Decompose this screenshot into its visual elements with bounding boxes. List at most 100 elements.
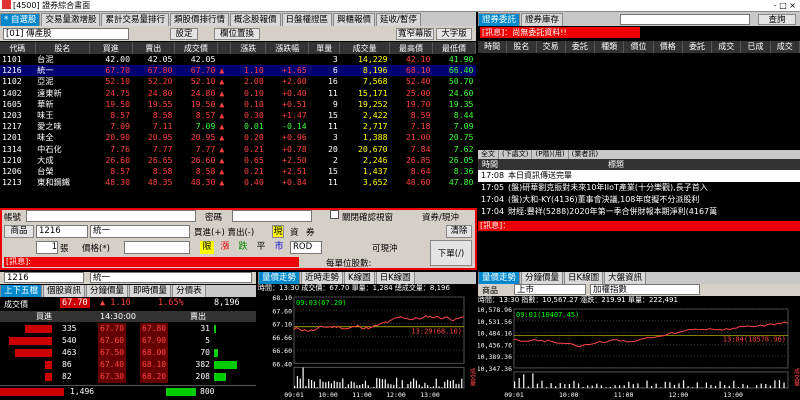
market-select[interactable]: 上市 (514, 284, 586, 295)
ask-price[interactable]: 68.20 (140, 371, 169, 383)
col-low[interactable]: 最低價 (432, 42, 476, 54)
tab-price-table[interactable]: 分價表 (172, 285, 206, 297)
wide-narrow-button[interactable]: 寬窄幕版 (396, 28, 434, 40)
bid-price[interactable]: 67.30 (98, 371, 127, 383)
ask-price[interactable]: 68.10 (140, 359, 169, 371)
index-select[interactable]: 加權指數 (590, 284, 700, 295)
settings-button[interactable]: 設定 (170, 28, 198, 40)
place-order-button[interactable]: 下單(/) (430, 240, 472, 266)
price-type-limit-up[interactable]: 漲 (218, 241, 232, 254)
order-col-header[interactable]: 委託 (566, 41, 596, 53)
tab-index-trend[interactable]: 量價走勢 (478, 272, 521, 284)
quote-row[interactable]: 1102 亞泥 52.10 52.20 52.10 ▲ 2.00 +2.00 16 7,568 52… (0, 76, 476, 87)
news-tab-lower[interactable]: (下處文) (499, 150, 533, 159)
price-type-market[interactable]: 市 (272, 241, 286, 254)
column-swap-button[interactable]: 欄位置換 (214, 28, 260, 40)
news-tab-full[interactable]: 全文 (478, 150, 499, 159)
tab-minute-volume[interactable]: 分鐘價量 (86, 285, 129, 297)
order-col-header[interactable]: 時間 (478, 41, 508, 53)
tab-watchlist[interactable]: * 自選股 (0, 13, 41, 26)
window-controls[interactable]: - □ × (774, 1, 796, 11)
bid-price[interactable]: 67.50 (98, 347, 127, 359)
tab-price-volume[interactable]: 量價走勢 (258, 272, 301, 284)
bid-price[interactable]: 67.60 (98, 335, 127, 347)
quote-row[interactable]: 1210 大成 26.60 26.65 26.60 ▲ 0.65 +2.50 2 2,246 26.… (0, 155, 476, 166)
stock-selector-code[interactable]: 1216 (4, 272, 84, 283)
news-tab-business[interactable]: (業者訊) (569, 150, 601, 159)
quote-row[interactable]: 1402 遠東新 24.75 24.80 24.80 ▲ 0.10 +0.40 11 15,171… (0, 88, 476, 99)
col-bid[interactable]: 買進 (89, 42, 133, 54)
price-type-limit[interactable]: 限 (200, 241, 214, 254)
tab-index-daily-kline[interactable]: 日K線圖 (564, 272, 604, 284)
col-change-pct[interactable]: 漲跌幅 (265, 42, 310, 54)
quote-row[interactable]: 1201 味全 20.90 20.95 20.95 ▲ 0.20 +0.96 3 1,388 21.… (0, 132, 476, 143)
news-tab-p[interactable]: (P階)(用) (532, 150, 569, 159)
news-item[interactable]: 17:04 (盤)大和-KY(4136)董事會決議,108年度擬不分派股利 (478, 194, 800, 206)
tab-emerging[interactable]: 興櫃報價 (333, 13, 376, 26)
order-col-header[interactable]: 交易 (537, 41, 566, 53)
tab-kline[interactable]: K線圖 (344, 272, 375, 284)
tab-cumulative-volume[interactable]: 累計交易量排行 (101, 13, 169, 26)
tab-recent-trend[interactable]: 近時走勢 (301, 272, 344, 284)
order-col-header[interactable]: 價格 (654, 41, 683, 53)
tab-sector-ranking[interactable]: 類股價排行情 (169, 13, 229, 26)
price-type-limit-down[interactable]: 跌 (236, 241, 250, 254)
bid-price[interactable]: 67.70 (98, 323, 127, 335)
order-col-header[interactable]: 成交 (771, 41, 800, 53)
quote-row[interactable]: 1217 愛之味 7.09 7.11 7.09 ▲ 0.01 -0.14 11 2,717 7.18… (0, 121, 476, 132)
tab-orders[interactable]: 證券委託 (478, 13, 521, 26)
col-volume[interactable]: 成交量 (339, 42, 391, 54)
news-item[interactable]: 17:08 本日資訊傳送完畢 (478, 170, 800, 182)
quote-row[interactable]: 1605 華新 19.50 19.55 19.50 ▲ 0.10 +0.51 9 19,252 19… (0, 99, 476, 110)
tab-concept-stocks[interactable]: 概念股報價 (230, 13, 281, 26)
day-trade-label[interactable]: 資券/現沖 (422, 211, 459, 223)
col-high[interactable]: 最高價 (389, 42, 433, 54)
tab-volume-surge[interactable]: 交易量激增股 (41, 13, 101, 26)
order-col-header[interactable]: 成交 (712, 41, 742, 53)
ask-price[interactable]: 68.00 (140, 347, 169, 359)
tab-market-info[interactable]: 大盤資訊 (604, 272, 647, 284)
col-code[interactable]: 代碼 (0, 42, 36, 54)
clear-button[interactable]: 清除 (446, 225, 472, 238)
col-last[interactable]: 成交價 (174, 42, 218, 54)
margin-option[interactable]: 資 (290, 226, 299, 238)
order-query-select[interactable] (620, 14, 750, 25)
quote-row[interactable]: 1206 台榮 8.57 8.58 8.58 ▲ 0.21 +2.51 15 1,437 8.64 8… (0, 166, 476, 177)
quantity-input[interactable]: 1 (36, 241, 58, 254)
index-chart[interactable]: 10,578.96 10,531.56 10,484.16 10,436.76 10,3… (478, 305, 800, 400)
price-input[interactable] (124, 241, 190, 254)
quote-row[interactable]: 1101 台泥 42.00 42.05 42.05 3 14,229 42.10 41.90 (0, 54, 476, 65)
price-type-flat[interactable]: 平 (254, 241, 268, 254)
order-col-header[interactable]: 價位 (624, 41, 654, 53)
bid-price[interactable]: 67.40 (98, 359, 127, 371)
tab-five-levels[interactable]: 上下五檔 (0, 285, 43, 297)
ask-price[interactable]: 67.90 (140, 335, 169, 347)
cash-option[interactable]: 現 (272, 225, 284, 238)
group-select[interactable]: [01] 傳產股 (3, 28, 129, 40)
news-item[interactable]: 17:04 財經:豐祥(5288)2020年第一季合併財報本期淨利(4167萬 (478, 206, 800, 218)
quote-row[interactable]: 1213 東和鋼鐵 48.30 48.35 48.30 ▲ 0.40 +0.84 11 3,652… (0, 177, 476, 188)
order-col-header[interactable]: 股名 (507, 41, 537, 53)
order-col-header[interactable]: 種類 (595, 41, 625, 53)
quote-row[interactable]: 1216 統一 67.70 67.80 67.70 ▲ 1.10 +1.65 6 8,196 68.… (0, 65, 476, 77)
order-col-header[interactable]: 已成 (741, 41, 771, 53)
col-change[interactable]: 漲跌 (230, 42, 267, 54)
large-font-button[interactable]: 大字版 (436, 28, 472, 40)
query-button[interactable]: 查詢 (758, 14, 796, 25)
order-col-header[interactable]: 委託 (683, 41, 713, 53)
rod-select[interactable]: ROD (290, 241, 322, 254)
tab-suspended[interactable]: 延收/暫停 (376, 13, 421, 26)
tab-realtime-volume[interactable]: 即時價量 (129, 285, 172, 297)
col-ask[interactable]: 賣出 (132, 42, 175, 54)
news-item[interactable]: 17:05 (盤)研華劉克振對未來10年IIoT產業(十分樂觀),長子首入 (478, 182, 800, 194)
tab-stock-info[interactable]: 個股資訊 (43, 285, 86, 297)
stock-code-input[interactable]: 1216 (36, 225, 88, 238)
col-name[interactable]: 股名 (35, 42, 91, 54)
mid-price-chart[interactable]: 68.10 67.60 67.10 66.66 66.60 66.40 09:01 10:00… (258, 293, 476, 400)
tab-warrants[interactable]: 日盤權證區 (281, 13, 333, 26)
account-select[interactable] (26, 210, 196, 222)
tab-daily-kline[interactable]: 日K線圖 (375, 272, 415, 284)
tab-index-minute[interactable]: 分鐘價量 (521, 272, 564, 284)
ask-price[interactable]: 67.80 (140, 323, 169, 335)
col-tick-vol[interactable]: 單量 (308, 42, 341, 54)
